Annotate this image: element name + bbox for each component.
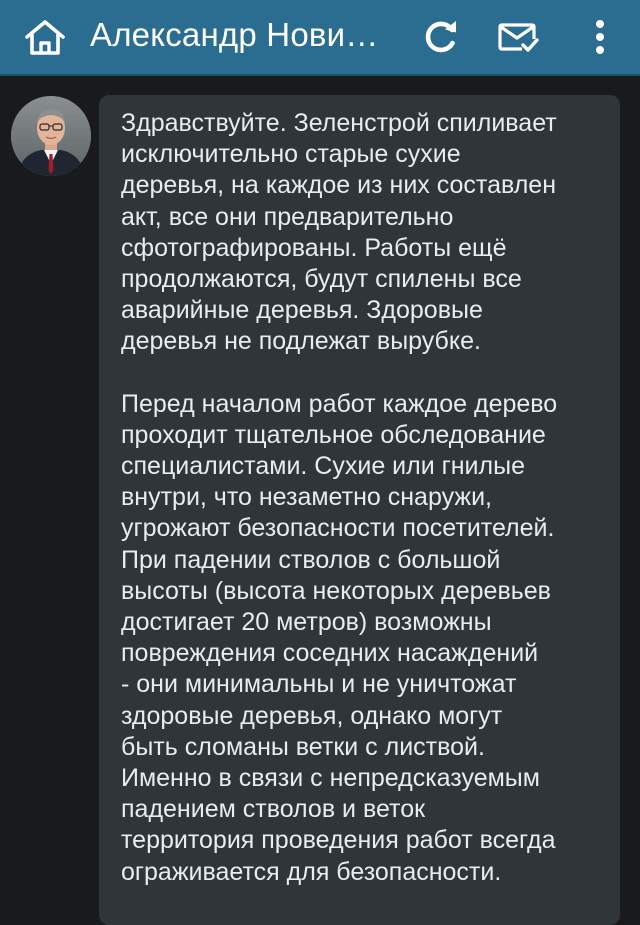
message-paragraph: Перед началом работ каждое дерево проход… bbox=[121, 389, 558, 886]
person-photo bbox=[11, 96, 91, 176]
refresh-icon bbox=[425, 21, 456, 53]
page-title: Александр Нови… bbox=[90, 16, 379, 53]
home-icon bbox=[25, 20, 65, 55]
message-paragraph: Здравствуйте. Зеленстрой спиливает исклю… bbox=[121, 109, 557, 356]
mail-button[interactable] bbox=[486, 0, 550, 74]
refresh-button[interactable] bbox=[410, 0, 472, 74]
more-vertical-icon bbox=[596, 20, 604, 54]
more-options-button[interactable] bbox=[572, 0, 628, 74]
mail-check-icon bbox=[498, 23, 539, 52]
app-header: Александр Нови… bbox=[0, 0, 640, 76]
message-bubble[interactable]: Здравствуйте. Зеленстрой спиливает исклю… bbox=[99, 95, 620, 925]
home-button[interactable] bbox=[14, 0, 76, 74]
avatar[interactable] bbox=[11, 96, 91, 176]
